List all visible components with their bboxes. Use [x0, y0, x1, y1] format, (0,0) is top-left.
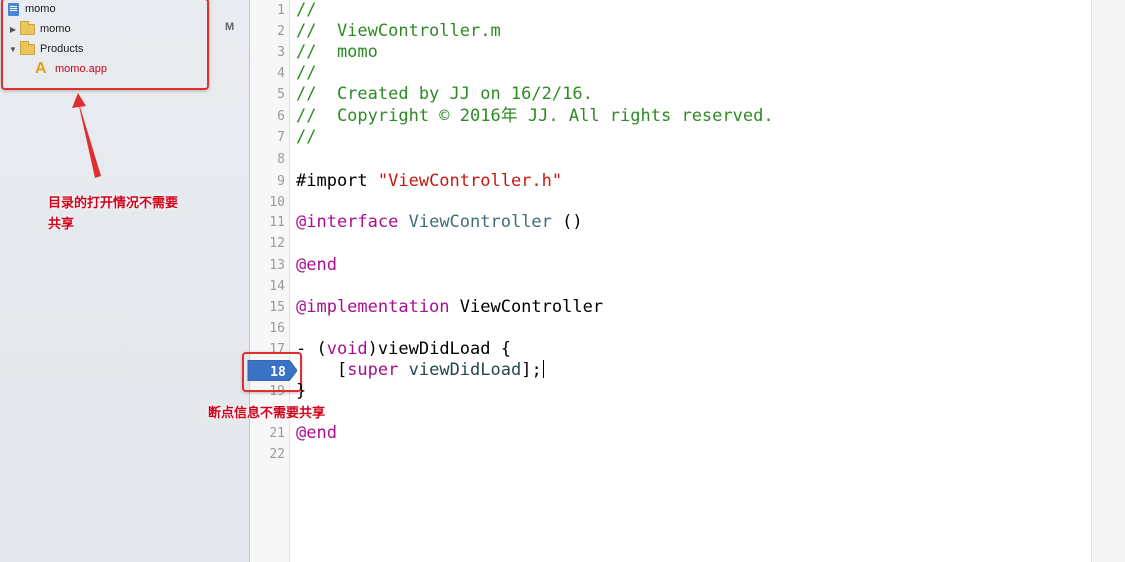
- code-line-9: #import "ViewController.h": [296, 171, 562, 192]
- code-line-3: // momo: [296, 42, 378, 62]
- line-number-gutter[interactable]: 1 2 3 4 5 6 7 8 9 10 11 12 13 14 15 16 1…: [250, 0, 290, 562]
- import-directive: #import: [296, 171, 378, 191]
- line-number: 11: [269, 215, 285, 230]
- line-number: 22: [269, 447, 285, 462]
- code-line-4: //: [296, 63, 317, 83]
- line-number: 21: [269, 426, 285, 441]
- super-keyword: super: [347, 360, 399, 380]
- line-number: 1: [277, 3, 285, 18]
- code-line-6: // Copyright © 2016年 JJ. All rights rese…: [296, 106, 774, 126]
- line-number: 5: [277, 87, 285, 102]
- import-string: "ViewController.h": [377, 171, 563, 191]
- interface-class-name: ViewController: [408, 212, 552, 232]
- text-cursor: [542, 360, 544, 378]
- interface-rest: (): [551, 212, 583, 232]
- annotation-arrow: [72, 93, 101, 178]
- code-line-11: @interface ViewController (): [296, 212, 583, 233]
- editor-right-margin: [1091, 0, 1125, 562]
- code-line-21: @end: [296, 423, 337, 443]
- navigator-annotation-note: 目录的打开情况不需要 共享: [48, 193, 178, 235]
- line-number: 3: [277, 45, 285, 60]
- interface-keyword: @interface: [296, 212, 399, 232]
- code-line-2: // ViewController.m: [296, 21, 501, 41]
- code-line-15: @implementation ViewController: [296, 297, 603, 318]
- code-line-18: [super viewDidLoad];: [296, 360, 544, 381]
- line-number: 13: [269, 258, 285, 273]
- line-number: 9: [277, 174, 285, 189]
- code-line-7: //: [296, 127, 317, 147]
- line-number: 7: [277, 130, 285, 145]
- source-editor[interactable]: // // ViewController.m // momo // // Cre…: [296, 0, 1091, 562]
- line-number: 6: [277, 109, 285, 124]
- line-number: 10: [269, 195, 285, 210]
- code-line-17: - (void)viewDidLoad {: [296, 339, 511, 360]
- line-number: 12: [269, 236, 285, 251]
- line-number: 14: [269, 279, 285, 294]
- implementation-rest: ViewController: [449, 297, 604, 317]
- code-line-19: }: [296, 381, 307, 401]
- statement-end: ];: [521, 360, 542, 380]
- implementation-keyword: @implementation: [296, 297, 450, 317]
- bracket-indent: [: [296, 360, 348, 380]
- method-call-name: viewDidLoad: [408, 360, 522, 380]
- navigator-note-line1: 目录的打开情况不需要: [48, 196, 179, 211]
- code-line-1: //: [296, 0, 317, 20]
- method-signature-rest: )viewDidLoad {: [367, 339, 511, 359]
- void-keyword: void: [326, 339, 368, 359]
- line-number: 16: [269, 321, 285, 336]
- navigator-note-line2: 共享: [48, 217, 75, 232]
- method-prefix: - (: [296, 339, 327, 359]
- line-number: 2: [277, 24, 285, 39]
- line-number: 8: [277, 152, 285, 167]
- line-number: 15: [269, 300, 285, 315]
- code-line-5: // Created by JJ on 16/2/16.: [296, 84, 593, 104]
- line-number: 4: [277, 66, 285, 81]
- breakpoint-highlight-box: [242, 352, 302, 392]
- code-line-13: @end: [296, 255, 337, 275]
